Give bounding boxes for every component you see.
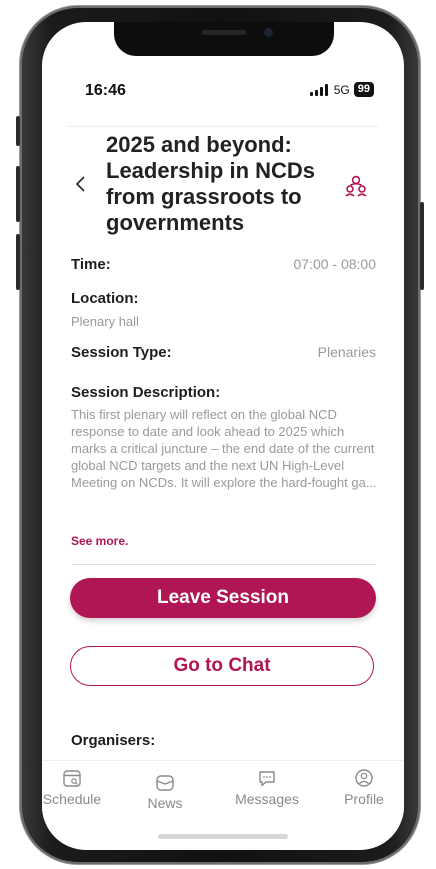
volume-down-button bbox=[16, 234, 20, 290]
organisers-label: Organisers: bbox=[71, 732, 156, 749]
tab-schedule[interactable]: Schedule bbox=[42, 767, 112, 807]
tab-profile-label: Profile bbox=[344, 791, 384, 807]
power-button bbox=[420, 202, 424, 290]
time-label: Time: bbox=[71, 256, 111, 273]
session-type-value: Plenaries bbox=[317, 344, 376, 360]
see-more-link[interactable]: See more. bbox=[71, 534, 128, 548]
session-type-label: Session Type: bbox=[71, 344, 172, 361]
time-value: 07:00 - 08:00 bbox=[293, 256, 376, 272]
battery-badge: 99 bbox=[353, 82, 374, 97]
session-title: 2025 and beyond: Leadership in NCDs from… bbox=[106, 132, 316, 235]
notch bbox=[114, 22, 334, 56]
signal-icon bbox=[309, 83, 328, 96]
location-label: Location: bbox=[71, 290, 139, 307]
network-type: 5G bbox=[333, 82, 350, 97]
mailbox-icon bbox=[156, 775, 174, 791]
home-indicator[interactable] bbox=[158, 834, 288, 839]
volume-up-button bbox=[16, 166, 20, 222]
bottom-tab-bar: Schedule News Messages Profile bbox=[42, 760, 404, 821]
chevron-left-icon bbox=[75, 176, 85, 192]
section-divider bbox=[71, 564, 377, 565]
tab-news-label: News bbox=[147, 795, 183, 811]
status-time: 16:46 bbox=[85, 82, 126, 99]
calendar-search-icon bbox=[63, 770, 81, 787]
tab-news[interactable]: News bbox=[125, 771, 205, 811]
tab-messages[interactable]: Messages bbox=[227, 767, 307, 807]
tab-schedule-label: Schedule bbox=[42, 791, 102, 807]
leave-session-button[interactable]: Leave Session bbox=[70, 578, 376, 618]
participants-button[interactable] bbox=[342, 172, 370, 200]
status-indicators: 5G 99 bbox=[309, 82, 374, 97]
session-description-text: This first plenary will reflect on the g… bbox=[71, 407, 377, 490]
front-camera bbox=[264, 28, 273, 37]
status-bar: 16:46 5G 99 bbox=[42, 78, 404, 104]
user-circle-icon bbox=[355, 769, 373, 787]
users-icon bbox=[345, 175, 367, 197]
location-value: Plenary hall bbox=[71, 314, 139, 329]
silent-switch bbox=[16, 116, 20, 146]
speaker bbox=[202, 30, 246, 35]
session-description-label: Session Description: bbox=[71, 384, 221, 401]
chat-bubble-icon bbox=[259, 771, 275, 787]
back-button[interactable] bbox=[74, 174, 90, 196]
go-to-chat-button[interactable]: Go to Chat bbox=[70, 646, 374, 686]
phone-screen: 16:46 5G 99 2025 and beyond: Leadership … bbox=[42, 22, 404, 850]
tab-profile[interactable]: Profile bbox=[324, 767, 404, 807]
tab-messages-label: Messages bbox=[235, 791, 299, 807]
header-divider bbox=[66, 126, 378, 127]
